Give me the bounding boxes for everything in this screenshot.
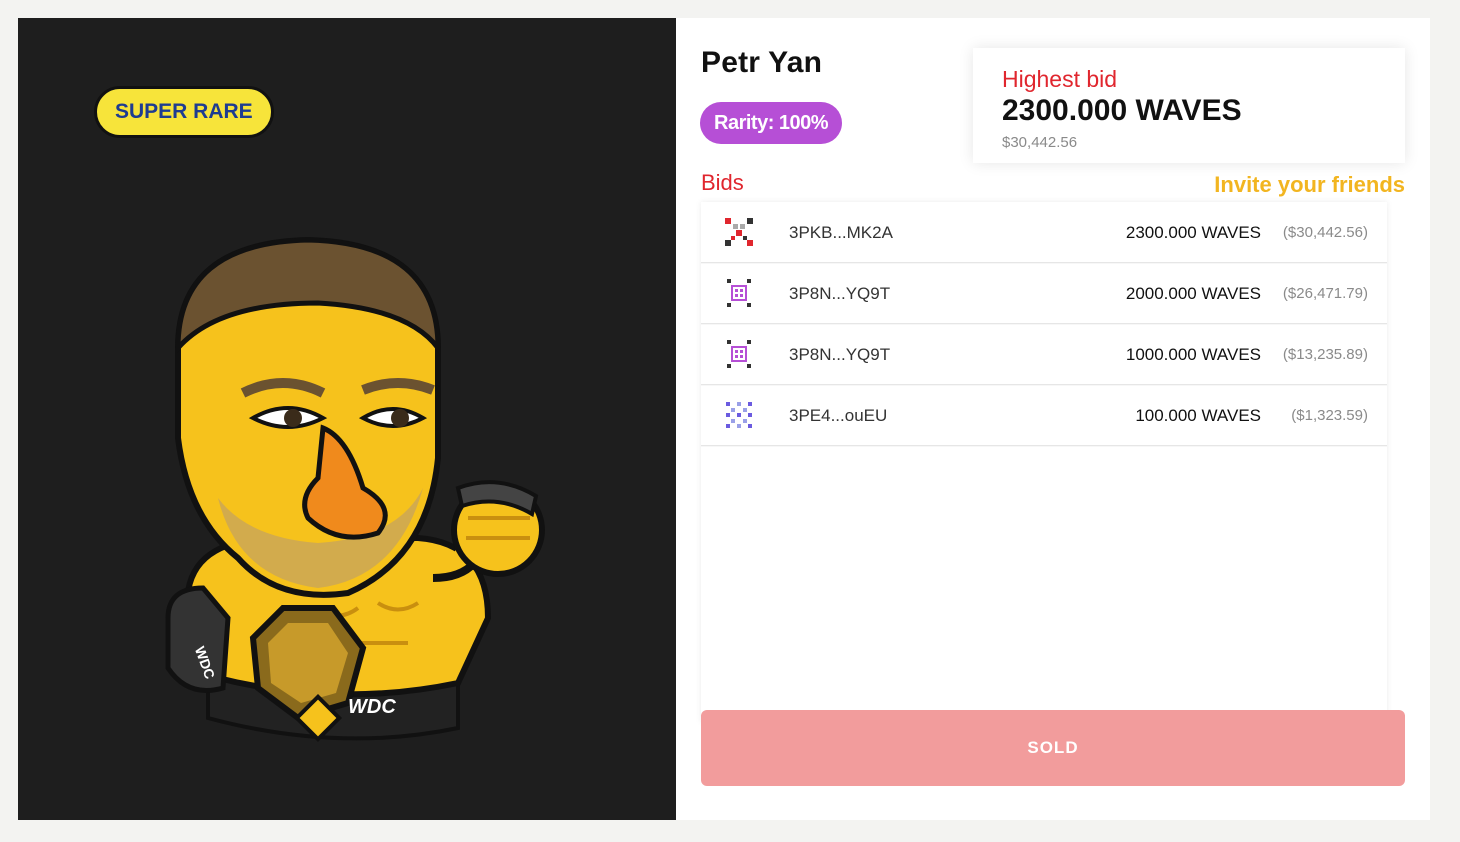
duck-fighter-illustration: WDC WDC bbox=[165, 236, 545, 743]
bid-row: 3PE4...ouEU 100.000 WAVES ($1,323.59) bbox=[701, 385, 1387, 446]
bid-amount: 2000.000 WAVES bbox=[1125, 284, 1261, 303]
bids-list[interactable]: 3PKB...MK2A 2300.000 WAVES ($30,442.56) … bbox=[701, 202, 1387, 722]
belt-text: WDC bbox=[348, 696, 396, 718]
bidder-address[interactable]: 3PE4...ouEU bbox=[789, 406, 887, 426]
bids-heading: Bids bbox=[701, 170, 744, 195]
bid-usd: ($26,471.79) bbox=[1282, 285, 1368, 302]
bidder-address[interactable]: 3P8N...YQ9T bbox=[789, 345, 890, 365]
bid-usd: ($1,323.59) bbox=[1291, 407, 1368, 424]
bid-usd: ($30,442.56) bbox=[1282, 224, 1368, 241]
sold-button[interactable]: SOLD bbox=[701, 710, 1405, 786]
highest-bid-usd: $30,442.56 bbox=[1002, 134, 1078, 151]
highest-bid-label: Highest bid bbox=[1002, 66, 1118, 92]
bid-row: 3P8N...YQ9T 2000.000 WAVES ($26,471.79) bbox=[701, 263, 1387, 324]
details-panel: Petr Yan Rarity: 100% Highest bid 2300.0… bbox=[676, 18, 1430, 820]
bid-amount: 2300.000 WAVES bbox=[1125, 223, 1261, 242]
nft-card: WDC WDC SUPER RARE Petr Yan Rarity: 100%… bbox=[18, 18, 1430, 820]
highest-bid-box: Highest bid 2300.000 WAVES $30,442.56 bbox=[973, 48, 1405, 163]
nft-artwork: WDC WDC SUPER RARE bbox=[18, 18, 676, 820]
identicon-icon bbox=[726, 402, 752, 428]
invite-friends-link[interactable]: Invite your friends bbox=[1214, 172, 1405, 198]
bid-amount: 1000.000 WAVES bbox=[1125, 345, 1261, 364]
super-rare-badge: SUPER RARE bbox=[94, 86, 274, 138]
bid-row: 3PKB...MK2A 2300.000 WAVES ($30,442.56) bbox=[701, 202, 1387, 263]
identicon-icon bbox=[725, 218, 753, 246]
bidder-address[interactable]: 3PKB...MK2A bbox=[789, 223, 893, 243]
identicon-icon bbox=[727, 340, 751, 368]
bid-amount: 100.000 WAVES bbox=[1135, 406, 1261, 425]
highest-bid-amount: 2300.000 WAVES bbox=[1002, 94, 1242, 127]
bid-row: 3P8N...YQ9T 1000.000 WAVES ($13,235.89) bbox=[701, 324, 1387, 385]
rarity-pill: Rarity: 100% bbox=[700, 102, 843, 144]
bid-usd: ($13,235.89) bbox=[1282, 346, 1368, 363]
identicon-icon bbox=[727, 279, 751, 307]
nft-title: Petr Yan bbox=[701, 46, 823, 79]
bidder-address[interactable]: 3P8N...YQ9T bbox=[789, 284, 890, 304]
